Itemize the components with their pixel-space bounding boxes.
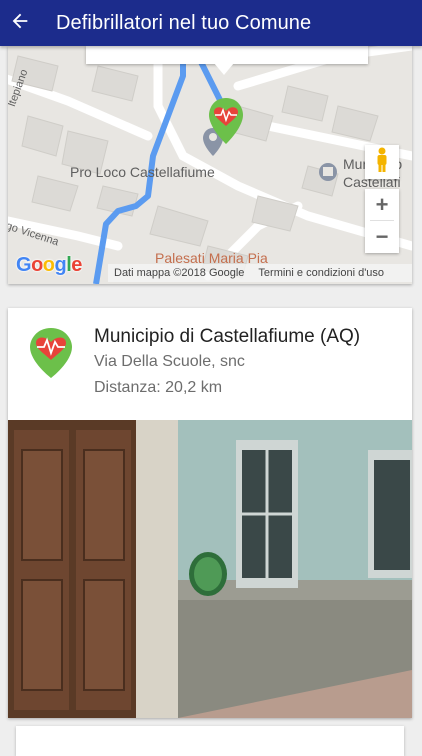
map-label-pro-loco: Pro Loco Castellafiume — [70, 164, 215, 180]
card-header: Municipio di Castellafiume (AQ) Via Dell… — [8, 308, 412, 420]
map-attribution: Dati mappa ©2018 Google Termini e condiz… — [108, 264, 412, 282]
zoom-out-button[interactable]: − — [365, 221, 399, 252]
map-data-text: Dati mappa ©2018 Google — [114, 267, 245, 279]
card-distance: Distanza: 20,2 km — [94, 379, 223, 396]
zoom-control: + − — [365, 189, 399, 253]
info-window[interactable] — [86, 46, 368, 64]
info-window-tail — [214, 63, 234, 75]
map-terms-link[interactable]: Termini e condizioni d'uso — [258, 267, 384, 279]
zoom-in-button[interactable]: + — [365, 189, 399, 220]
card-address: Via Della Scuole, snc — [94, 353, 245, 370]
defibrillator-heart-icon — [28, 326, 74, 383]
map-view[interactable]: Pro Loco Castellafiume Municipio Castell… — [8, 46, 412, 284]
next-card-preview[interactable] — [16, 726, 404, 756]
pegman-icon — [374, 147, 390, 178]
location-photo — [8, 420, 412, 718]
card-title: Municipio di Castellafiume (AQ) — [94, 326, 361, 347]
page-title: Defibrillatori nel tuo Comune — [56, 11, 312, 34]
defibrillator-card[interactable]: Municipio di Castellafiume (AQ) Via Dell… — [8, 308, 412, 718]
street-view-pegman-button[interactable] — [365, 145, 399, 179]
app-bar: Defibrillatori nel tuo Comune — [0, 0, 422, 46]
back-button[interactable] — [2, 0, 38, 46]
google-logo[interactable]: Google — [16, 254, 82, 277]
arrow-back-icon — [9, 10, 31, 37]
